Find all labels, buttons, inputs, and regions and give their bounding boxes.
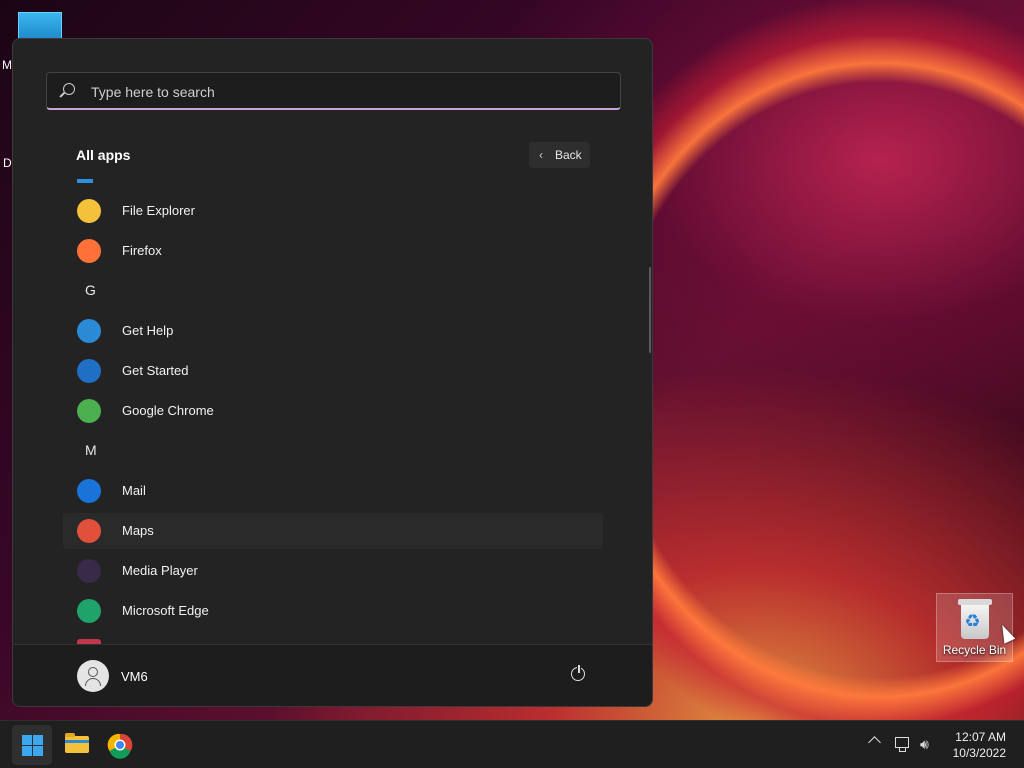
folder-icon [77, 199, 101, 223]
app-item-google-chrome[interactable]: Google Chrome [63, 393, 603, 429]
recycle-bin-label: Recycle Bin [942, 643, 1007, 657]
mail-icon [77, 479, 101, 503]
app-item-label: Mail [122, 483, 146, 498]
get-started-icon [77, 359, 101, 383]
clock-date: 10/3/2022 [952, 746, 1006, 760]
chrome-icon [77, 399, 101, 423]
app-item-maps[interactable]: Maps [63, 513, 603, 549]
app-item-label: Google Chrome [122, 403, 214, 418]
file-explorer-button[interactable] [56, 725, 96, 765]
chrome-button[interactable] [100, 725, 140, 765]
app-item-label: Media Player [122, 563, 198, 578]
desktop-icon-label-partial: M [2, 58, 12, 72]
search-input[interactable]: Type here to search [46, 72, 621, 110]
app-item-get-started[interactable]: Get Started [63, 353, 603, 389]
app-item-label: Firefox [122, 243, 162, 258]
chevron-left-icon: ‹ [539, 148, 543, 162]
app-list-scrollbar[interactable] [649, 267, 651, 353]
all-apps-list[interactable]: File Explorer Firefox G Get Help Get Started… [63, 174, 608, 644]
start-menu-footer: VM6 [13, 644, 652, 706]
show-hidden-icons-chevron-icon[interactable] [868, 736, 881, 749]
windows-logo-icon [22, 735, 43, 756]
taskbar: 🔊︎ 12:07 AM 10/3/2022 [0, 720, 1024, 768]
app-item-microsoft-edge[interactable]: Microsoft Edge [63, 593, 603, 629]
power-icon[interactable] [571, 664, 585, 681]
back-button-label: Back [555, 148, 582, 162]
network-icon[interactable] [895, 737, 909, 752]
firefox-icon [77, 239, 101, 263]
app-item-mail[interactable]: Mail [63, 473, 603, 509]
app-item-get-help[interactable]: Get Help [63, 313, 603, 349]
app-item-partial[interactable] [63, 633, 603, 644]
media-player-icon [77, 559, 101, 583]
start-menu: Type here to search All apps ‹ Back File… [12, 38, 653, 707]
app-item-file-explorer[interactable]: File Explorer [63, 193, 603, 229]
app-item-label: Get Started [122, 363, 189, 378]
clock-time: 12:07 AM [955, 730, 1006, 744]
taskbar-clock[interactable]: 12:07 AM 10/3/2022 [953, 729, 1006, 761]
help-icon [77, 319, 101, 343]
volume-icon[interactable]: 🔊︎ [920, 736, 929, 753]
user-name[interactable]: VM6 [121, 669, 148, 684]
letter-header-g[interactable]: G [85, 282, 96, 298]
app-item-label: Maps [122, 523, 154, 538]
folder-icon [65, 733, 89, 753]
app-item-label: Microsoft Edge [122, 603, 209, 618]
app-item-firefox[interactable]: Firefox [63, 233, 603, 269]
maps-icon [77, 519, 101, 543]
chrome-icon [107, 733, 133, 759]
user-avatar[interactable] [77, 660, 109, 692]
edge-icon [77, 599, 101, 623]
back-button[interactable]: ‹ Back [529, 142, 590, 168]
recycle-bin-icon: ♻ [957, 599, 992, 639]
app-item-label: File Explorer [122, 203, 195, 218]
search-placeholder: Type here to search [91, 84, 215, 100]
app-item-media-player[interactable]: Media Player [63, 553, 603, 589]
search-icon [63, 83, 75, 95]
partial-app-icon [77, 179, 93, 183]
app-item-label: Get Help [122, 323, 174, 338]
start-button[interactable] [12, 725, 52, 765]
letter-header-m[interactable]: M [85, 442, 97, 458]
all-apps-heading: All apps [76, 147, 131, 163]
